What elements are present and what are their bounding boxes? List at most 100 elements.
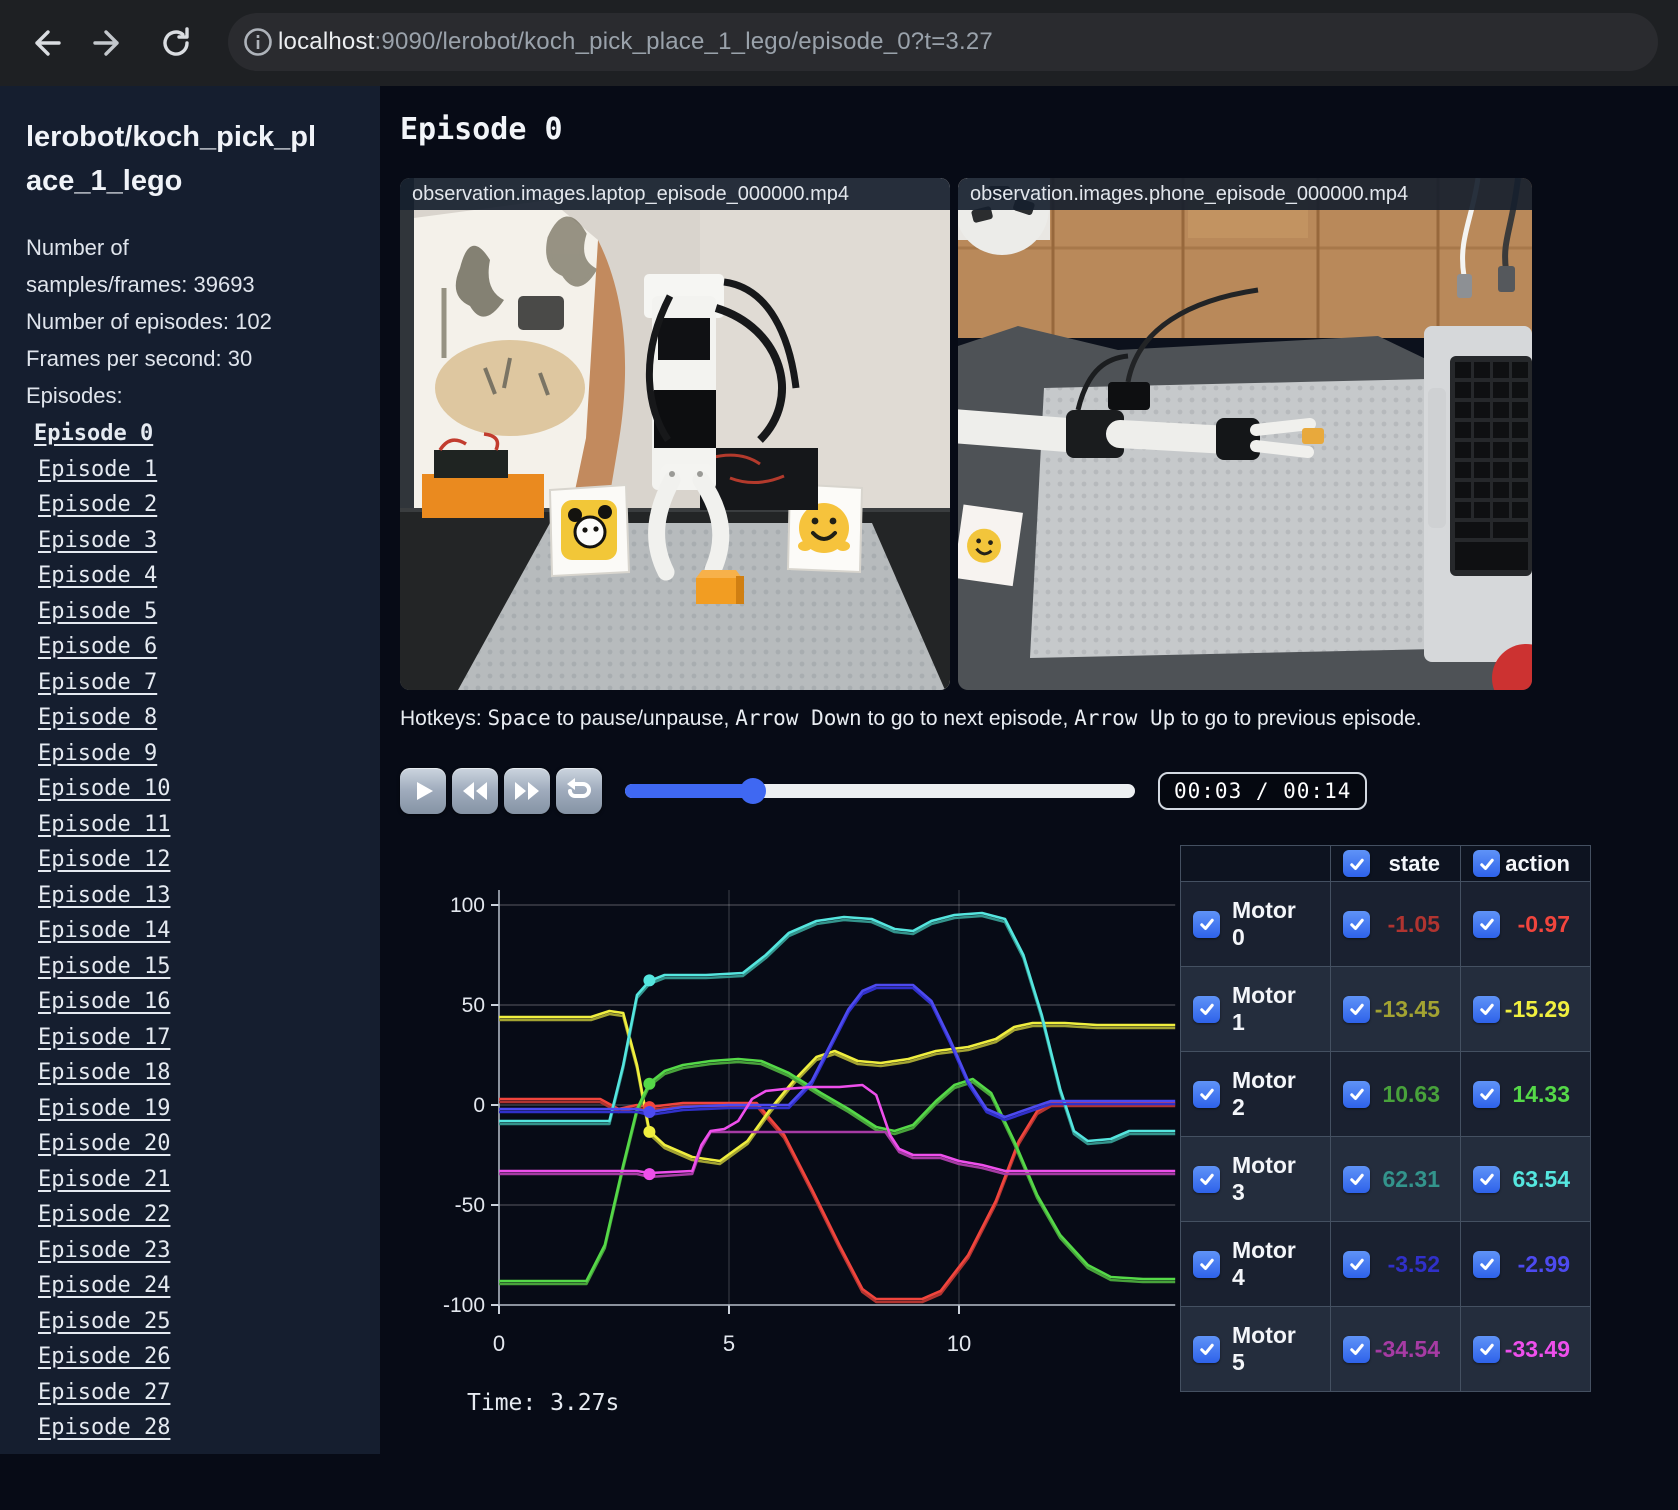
row-checkbox[interactable] [1473,910,1500,938]
browser-toolbar: localhost:9090/lerobot/koch_pick_place_1… [0,0,1678,86]
video-title-phone: observation.images.phone_episode_000000.… [958,178,1532,210]
y-axis-tick-label: 0 [473,1094,485,1117]
motor-label: Motor 4 [1232,1237,1296,1290]
row-checkbox[interactable] [1193,1080,1220,1108]
video-player-laptop[interactable]: observation.images.laptop_episode_000000… [400,178,950,690]
motor-label-cell: Motor 0 [1180,881,1331,967]
info-line: Episodes: [26,383,123,408]
row-checkbox[interactable] [1343,1165,1370,1193]
episode-link[interactable]: Episode 24 [38,1268,380,1304]
episode-link[interactable]: Episode 5 [38,594,380,630]
episode-link[interactable]: Episode 26 [38,1339,380,1375]
row-checkbox[interactable] [1473,1250,1500,1278]
episode-link[interactable]: Episode 10 [38,771,380,807]
episode-link[interactable]: Episode 11 [38,807,380,843]
episode-link[interactable]: Episode 27 [38,1375,380,1411]
hotkey-text: to go to next episode, [861,707,1075,730]
episode-link[interactable]: Episode 6 [38,629,380,665]
episode-link[interactable]: Episode 17 [38,1020,380,1056]
rewind-button[interactable] [452,768,498,814]
action-value: -0.97 [1517,910,1570,937]
action-value: -33.49 [1504,1335,1570,1362]
row-checkbox[interactable] [1193,1250,1220,1278]
motor-label-cell: Motor 4 [1180,1221,1331,1307]
loop-button[interactable] [556,768,602,814]
page-title: Episode 0 [400,112,563,147]
episode-link[interactable]: Episode 1 [38,452,380,488]
row-checkbox[interactable] [1473,995,1500,1023]
episode-link[interactable]: Episode 23 [38,1233,380,1269]
series-state-motor-5 [499,1130,1176,1179]
row-checkbox[interactable] [1473,1165,1500,1193]
episode-link[interactable]: Episode 15 [38,949,380,985]
site-info-icon[interactable] [238,22,278,62]
row-checkbox[interactable] [1193,910,1220,938]
episode-link[interactable]: Episode 2 [38,487,380,523]
state-column-header: state [1388,850,1440,876]
row-checkbox[interactable] [1193,1165,1220,1193]
row-checkbox[interactable] [1193,1335,1220,1363]
state-column-checkbox[interactable] [1343,850,1370,877]
back-icon[interactable] [22,21,66,65]
slider-thumb[interactable] [739,778,766,804]
series-state-motor-4 [499,986,1176,1122]
fast-forward-icon [515,782,539,800]
action-column-checkbox[interactable] [1473,850,1500,877]
series-action-motor-4 [499,983,1176,1119]
episode-link[interactable]: Episode 21 [38,1162,380,1198]
episode-link[interactable]: Episode 19 [38,1091,380,1127]
video-player-phone[interactable]: observation.images.phone_episode_000000.… [958,178,1532,690]
episode-link[interactable]: Episode 8 [38,700,380,736]
header-state-cell: state [1330,845,1461,882]
episode-link[interactable]: Episode 22 [38,1197,380,1233]
row-checkbox[interactable] [1343,910,1370,938]
reload-icon[interactable] [154,21,198,65]
series-action-motor-2 [499,1057,1176,1283]
x-axis-tick-label: 5 [723,1331,735,1356]
info-line: samples/frames: 39693 [26,272,255,297]
info-line: Number of [26,235,129,260]
sidebar: lerobot/koch_pick_place_1_lego Number of… [0,86,380,1454]
row-checkbox[interactable] [1473,1080,1500,1108]
y-axis-tick-label: 100 [450,894,485,917]
episode-link[interactable]: Episode 25 [38,1304,380,1340]
row-checkbox[interactable] [1193,995,1220,1023]
motor-state-cell: -1.05 [1330,881,1461,967]
episode-link[interactable]: Episode 9 [38,736,380,772]
fast-forward-button[interactable] [504,768,550,814]
video-progress-slider[interactable] [625,778,1135,804]
play-button[interactable] [400,768,446,814]
row-checkbox[interactable] [1343,1080,1370,1108]
motor-table: state action Motor 0 -1.05 -0.97 Motor 1 -13… [1180,845,1591,1392]
series-state-motor-1 [499,1012,1176,1166]
motor-timeseries-chart[interactable]: 100 50 0 -50 -100 0 5 10 Time: 3.27s [390,840,1190,1510]
motor-state-cell: 10.63 [1330,1051,1461,1137]
row-checkbox[interactable] [1343,995,1370,1023]
info-line: Frames per second: 30 [26,346,253,371]
hotkeys-help: Hotkeys: Space to pause/unpause, Arrow D… [400,706,1422,731]
episode-link[interactable]: Episode 16 [38,984,380,1020]
action-value: -15.29 [1504,995,1570,1022]
series-action-motor-0 [499,1097,1176,1301]
row-checkbox[interactable] [1343,1250,1370,1278]
laptop-camera-frame [400,178,950,690]
episode-link[interactable]: Episode 28 [38,1410,380,1446]
forward-icon[interactable] [88,21,132,65]
url-bar[interactable]: localhost:9090/lerobot/koch_pick_place_1… [228,13,1658,71]
episode-link[interactable]: Episode 3 [38,523,380,559]
series-state-motor-2 [499,1060,1176,1286]
motor-state-cell: 62.31 [1330,1136,1461,1222]
episode-link[interactable]: Episode 4 [38,558,380,594]
episode-link[interactable]: Episode 0 [34,416,380,452]
row-checkbox[interactable] [1473,1335,1500,1363]
row-checkbox[interactable] [1343,1335,1370,1363]
state-value: -34.54 [1374,1335,1440,1362]
state-value: 10.63 [1382,1080,1440,1107]
episode-link[interactable]: Episode 20 [38,1126,380,1162]
episode-link[interactable]: Episode 7 [38,665,380,701]
episode-link[interactable]: Episode 12 [38,842,380,878]
episode-link[interactable]: Episode 14 [38,913,380,949]
episode-link[interactable]: Episode 18 [38,1055,380,1091]
episode-link[interactable]: Episode 13 [38,878,380,914]
series-action-motor-5 [499,1083,1176,1175]
